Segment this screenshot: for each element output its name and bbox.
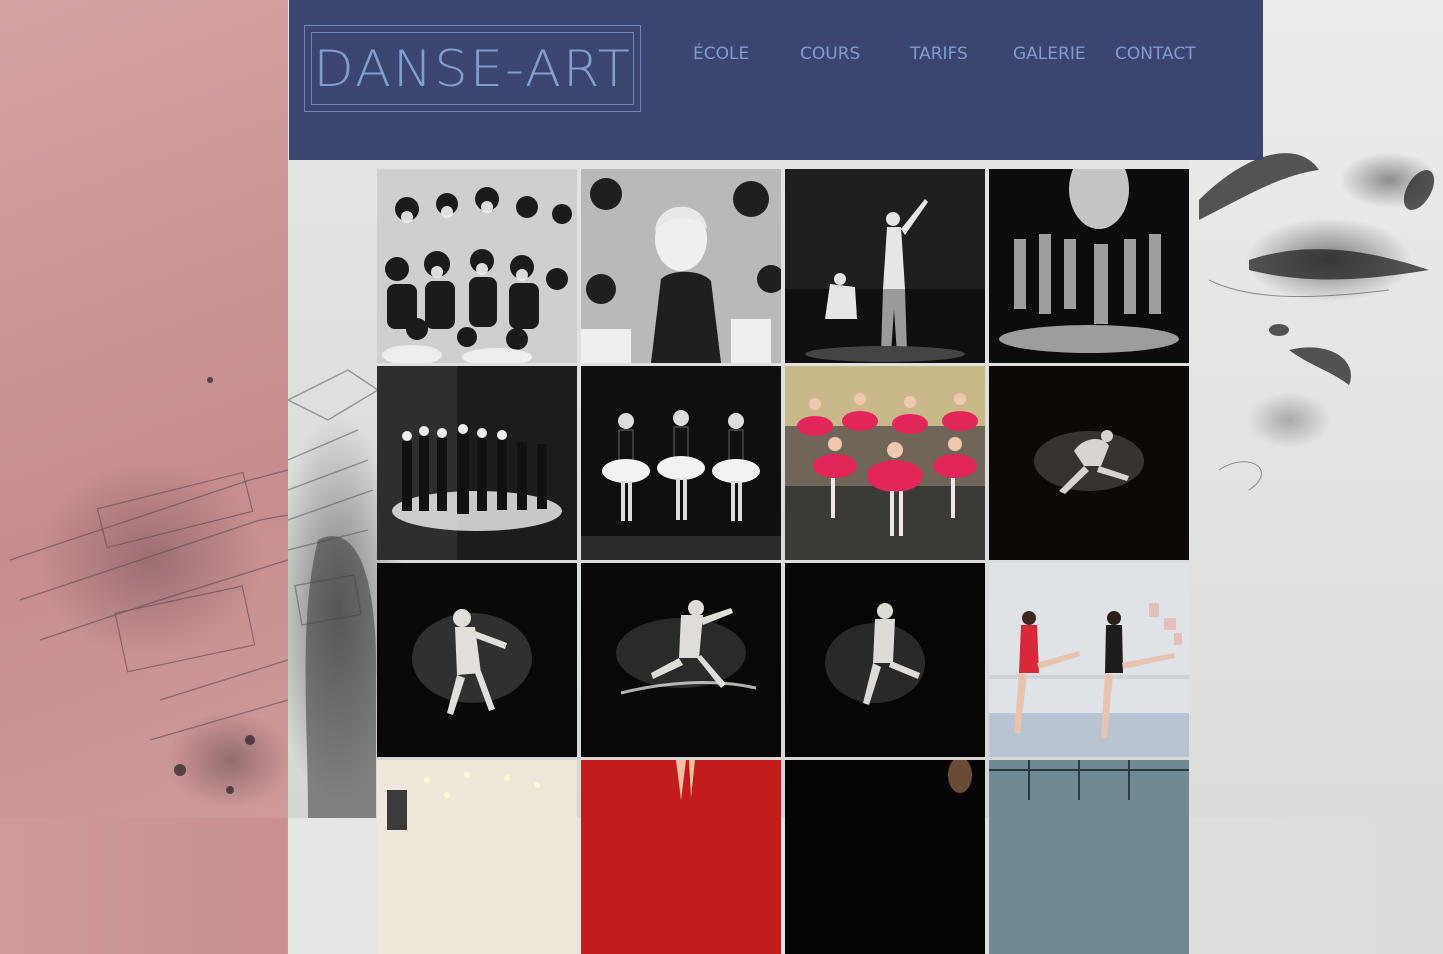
photo-barre-class-image	[989, 563, 1189, 757]
logo-text: DANSE-ART	[313, 39, 632, 98]
photo-glass-roof-studio-image	[989, 760, 1189, 954]
photo-powder-leap-image	[989, 366, 1189, 560]
gallery-photo-pink-tutus-class[interactable]	[785, 366, 985, 560]
photo-stage-troupe-image	[989, 169, 1189, 363]
background-left-panel	[0, 0, 288, 818]
gallery-photo-girl-portrait[interactable]	[581, 169, 781, 363]
gallery-photo-dark-portrait[interactable]	[785, 760, 985, 954]
photo-red-backdrop-image	[581, 760, 781, 954]
gallery-photo-barre-class[interactable]	[989, 563, 1189, 757]
photo-gallery-grid	[377, 169, 1189, 954]
nav-item-cours[interactable]: COURS	[800, 44, 860, 64]
nav-item-contact[interactable]: CONTACT	[1115, 44, 1196, 64]
gallery-photo-studio-lights[interactable]	[377, 760, 577, 954]
nav-item-ecole[interactable]: ÉCOLE	[693, 44, 749, 64]
nav-item-tarifs[interactable]: TARIFS	[910, 44, 968, 64]
photo-studio-lights-image	[377, 760, 577, 954]
nav-item-galerie[interactable]: GALERIE	[1013, 44, 1086, 64]
logo-frame: DANSE-ART	[311, 32, 634, 105]
photo-spotlight-line-image	[377, 366, 577, 560]
gallery-photo-stage-troupe[interactable]	[989, 169, 1189, 363]
gallery-photo-powder-dancer-3[interactable]	[785, 563, 985, 757]
photo-girl-portrait-image	[581, 169, 781, 363]
photo-pink-tutus-class-image	[785, 366, 985, 560]
photo-powder-dancer-1-image	[377, 563, 577, 757]
gallery-photo-stage-duo[interactable]	[785, 169, 985, 363]
gallery-photo-powder-dancer-1[interactable]	[377, 563, 577, 757]
site-header: DANSE-ART ÉCOLE COURS TARIFS GALERIE CON…	[289, 0, 1263, 160]
gallery-photo-powder-leap[interactable]	[989, 366, 1189, 560]
gallery-photo-children-group[interactable]	[377, 169, 577, 363]
photo-dark-portrait-image	[785, 760, 985, 954]
gallery-photo-three-tutus[interactable]	[581, 366, 781, 560]
gallery-photo-red-backdrop[interactable]	[581, 760, 781, 954]
decorative-sketch-left	[9, 377, 288, 794]
gallery-photo-spotlight-line[interactable]	[377, 366, 577, 560]
photo-children-group-image	[377, 169, 577, 363]
photo-powder-dancer-3-image	[785, 563, 985, 757]
gallery-photo-powder-dancer-2[interactable]	[581, 563, 781, 757]
photo-powder-dancer-2-image	[581, 563, 781, 757]
gallery-photo-glass-roof-studio[interactable]	[989, 760, 1189, 954]
site-logo[interactable]: DANSE-ART	[304, 25, 641, 112]
photo-stage-duo-image	[785, 169, 985, 363]
photo-three-tutus-image	[581, 366, 781, 560]
